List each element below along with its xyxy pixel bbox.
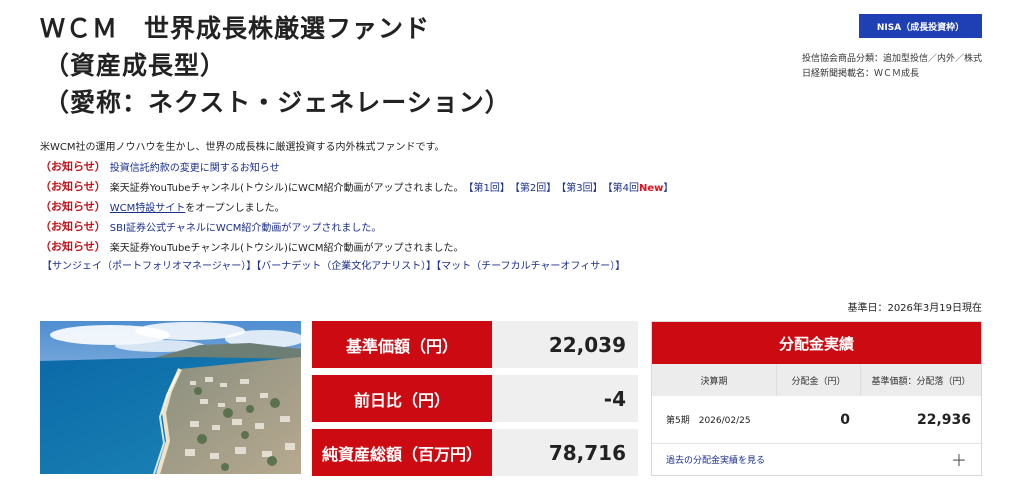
metric-nav-value: 22,039 <box>492 321 638 368</box>
notice-list: （お知らせ） 投資信託約款の変更に関するお知らせ （お知らせ） 楽天証券YouT… <box>40 156 980 256</box>
video-link-2[interactable]: 【第2回】 <box>510 179 556 194</box>
fund-title-line-2: （資産成長型） <box>44 51 227 80</box>
row-nav-ex: 22,936 <box>916 411 971 428</box>
video-link-1[interactable]: 【第1回】 <box>463 179 509 194</box>
row-period: 第5期 2026/02/25 <box>666 416 751 426</box>
as-of-date: 基準日：2026年3月19日現在 <box>847 303 982 314</box>
col-dividend: 分配金（円） <box>776 364 860 396</box>
fund-title-line-3: （愛称：ネクスト・ジェネレーション） <box>44 88 511 117</box>
metric-daily-change: 前日比（円） -4 <box>312 375 638 422</box>
notice-tag: （お知らせ） <box>40 180 106 193</box>
distribution-title: 分配金実績 <box>652 322 981 364</box>
metric-net-assets: 純資産総額（百万円） 78,716 <box>312 429 638 476</box>
notice-item: （お知らせ） 楽天証券YouTubeチャンネル(トウシル)にWCM紹介動画がアッ… <box>40 176 980 196</box>
fund-category: 投信協会商品分類：追加型投信／内外／株式 <box>801 54 982 64</box>
nikkei-name: 日経新聞掲載名：ＷＣＭ成長 <box>801 69 919 79</box>
fund-title-line-1: ＷＣＭ 世界成長株厳選ファンド <box>40 14 431 43</box>
notice-link-terms-change[interactable]: 投資信託約款の変更に関するお知らせ <box>110 159 280 174</box>
col-nav-ex: 基準価額：分配落（円） <box>860 364 981 396</box>
past-distribution-label: 過去の分配金実績を見る <box>666 455 766 466</box>
new-label: New <box>638 182 664 194</box>
fund-description: 米WCM社の運用ノウハウを生かし、世界の成長株に厳選投資する内外株式ファンドです… <box>40 142 445 153</box>
fund-meta: 投信協会商品分類：追加型投信／内外／株式 日経新聞掲載名：ＷＣＭ成長 <box>802 52 982 82</box>
fund-title: ＷＣＭ 世界成長株厳選ファンド （資産成長型） （愛称：ネクスト・ジェネレーショ… <box>40 10 740 121</box>
distribution-row: 第5期 2026/02/25 0 22,936 <box>652 396 981 444</box>
past-distribution-link[interactable]: 過去の分配金実績を見る ＋ <box>652 444 981 474</box>
metric-net-assets-value: 78,716 <box>492 429 638 476</box>
wcm-special-site-link[interactable]: WCM特設サイト <box>110 199 186 214</box>
plus-icon[interactable]: ＋ <box>951 447 967 471</box>
coastal-city-photo <box>40 321 301 474</box>
video-link-4[interactable]: 【第4回New】 <box>603 179 674 194</box>
notice-link-sbi-video[interactable]: SBI証券公式チャネルにWCM紹介動画がアップされました。 <box>110 219 382 234</box>
notice-text: 楽天証券YouTubeチャンネル(トウシル)にWCM紹介動画がアップされました。 <box>109 182 464 194</box>
notice-item: （お知らせ） 投資信託約款の変更に関するお知らせ <box>40 156 980 176</box>
col-period: 決算期 <box>700 376 728 387</box>
notice-item: （お知らせ） 楽天証券YouTubeチャンネル(トウシル)にWCM紹介動画がアッ… <box>40 236 980 256</box>
notice-tag: （お知らせ） <box>40 160 106 173</box>
staff-video-links[interactable]: 【サンジェイ（ポートフォリオマネージャー）】【バーナデット（企業文化アナリスト）… <box>42 257 625 272</box>
notice-item: （お知らせ） SBI証券公式チャネルにWCM紹介動画がアップされました。 <box>40 216 980 236</box>
distribution-header-row: 決算期 分配金（円） 基準価額：分配落（円） <box>652 364 981 396</box>
metric-net-assets-label: 純資産総額（百万円） <box>312 429 492 476</box>
notice-tag: （お知らせ） <box>40 200 106 213</box>
notice-item: （お知らせ） WCM特設サイト をオープンしました。 <box>40 196 980 216</box>
video-link-4-close: 】 <box>663 182 674 194</box>
metric-daily-change-value: -4 <box>492 375 638 422</box>
distribution-panel: 分配金実績 決算期 分配金（円） 基準価額：分配落（円） 第5期 2026/02… <box>651 321 982 476</box>
notice-tag: （お知らせ） <box>40 240 106 253</box>
metric-daily-change-label: 前日比（円） <box>312 375 492 422</box>
metric-nav-label: 基準価額（円） <box>312 321 492 368</box>
video-link-3[interactable]: 【第3回】 <box>556 179 602 194</box>
metric-nav: 基準価額（円） 22,039 <box>312 321 638 368</box>
row-dividend: 0 <box>840 411 850 428</box>
notice-text: をオープンしました。 <box>185 202 285 214</box>
notice-text: 楽天証券YouTubeチャンネル(トウシル)にWCM紹介動画がアップされました。 <box>109 242 464 254</box>
video-link-4-label: 【第4回 <box>602 182 639 194</box>
nisa-badge: NISA（成長投資枠） <box>859 14 982 38</box>
notice-tag: （お知らせ） <box>40 220 106 233</box>
